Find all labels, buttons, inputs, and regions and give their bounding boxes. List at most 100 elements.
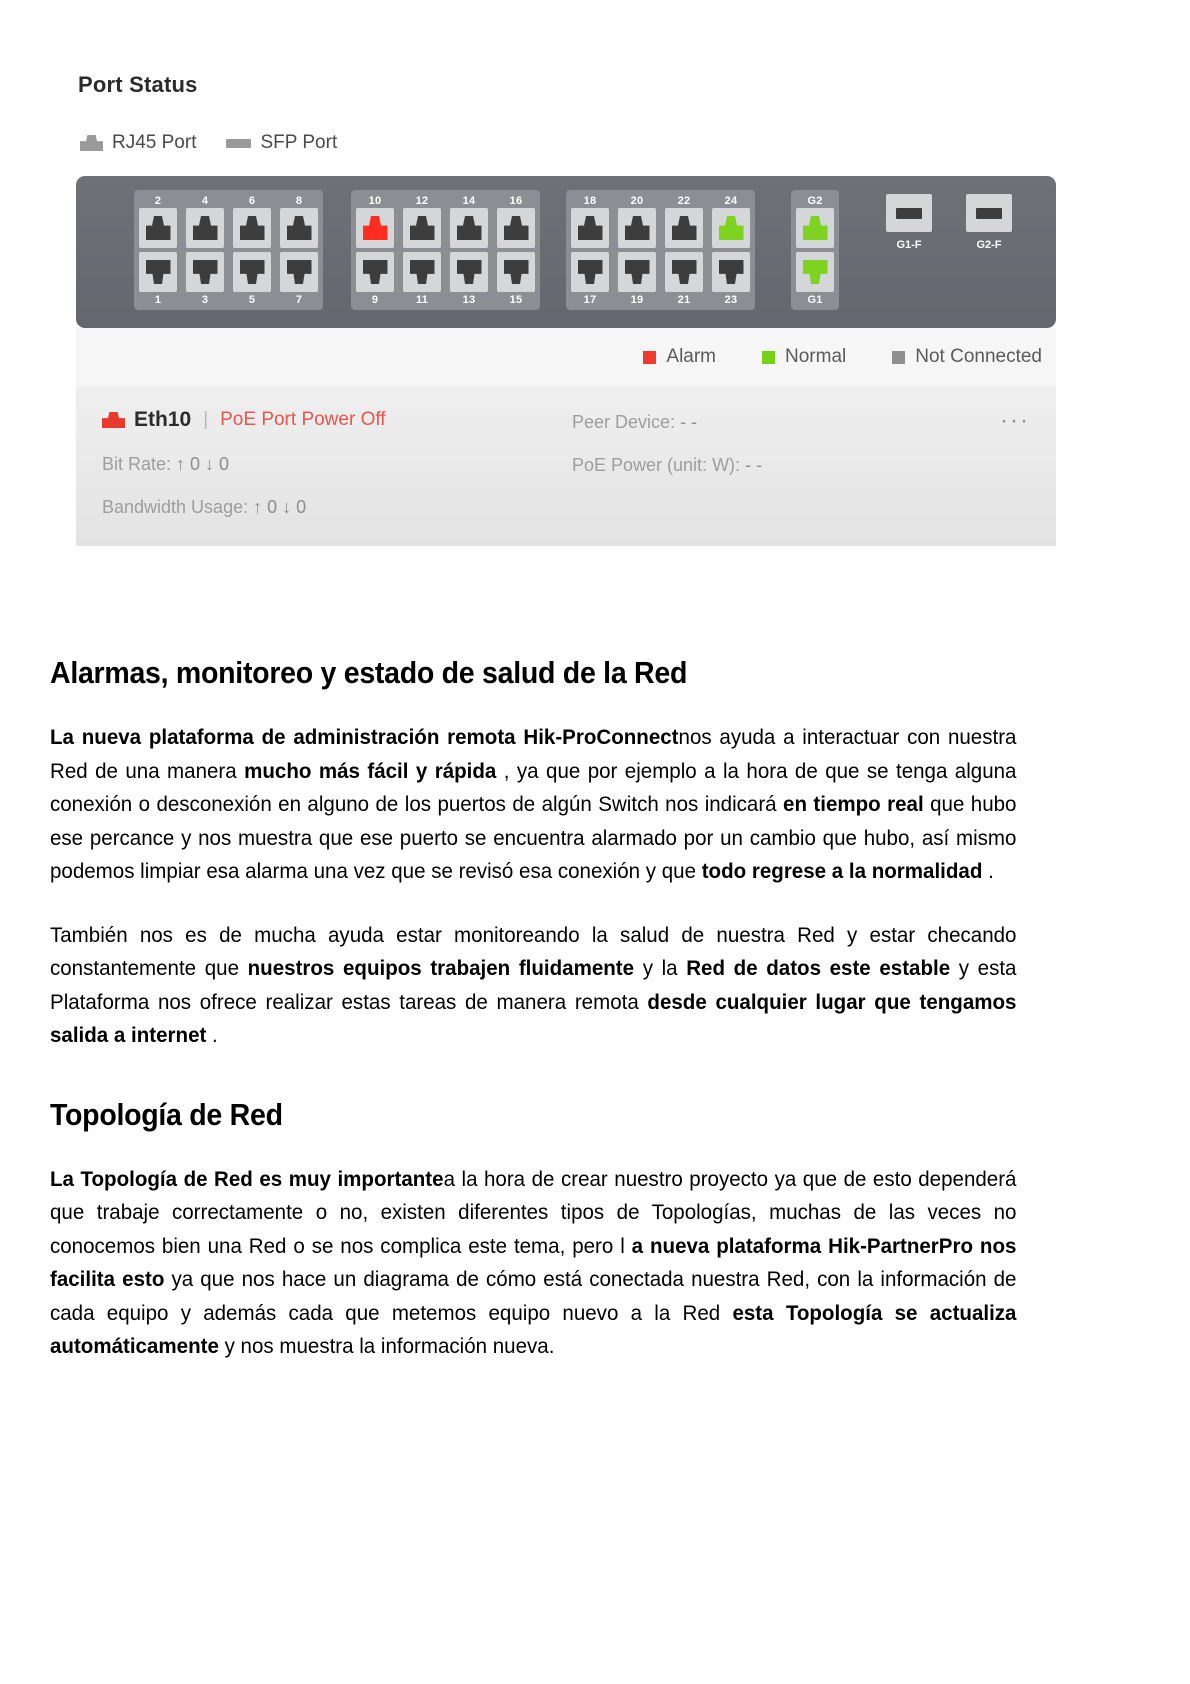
port-row-bottom — [571, 252, 750, 292]
port-number-label: 22 — [677, 194, 691, 207]
port-number-label: 17 — [583, 293, 597, 306]
port-6[interactable] — [233, 208, 271, 248]
page-heading-topology: Topología de Red — [50, 1096, 283, 1132]
port-number-row-top: 2 4 6 8 — [139, 193, 318, 208]
port-16[interactable] — [497, 208, 535, 248]
sfp-port-g1f[interactable]: G1-F — [886, 194, 932, 251]
port-number-row-bottom: G1 — [796, 292, 834, 307]
port-number-label: 18 — [583, 194, 597, 207]
rj45-jack-icon — [718, 216, 744, 240]
port-number-label: 21 — [677, 293, 691, 306]
legend-sfp-label: SFP Port — [260, 132, 338, 153]
port-4[interactable] — [186, 208, 224, 248]
port-9[interactable] — [356, 252, 394, 292]
port-2[interactable] — [139, 208, 177, 248]
rj45-jack-icon — [239, 260, 265, 284]
port-14[interactable] — [450, 208, 488, 248]
legend-not-connected-label: Not Connected — [915, 346, 1042, 367]
switch-chassis: 24681357 10 12 14 16 9 11 13 15 18 20 22 24 17 19 21 2… — [76, 176, 1056, 328]
port-detail-header: Eth10 | PoE Port Power Off — [102, 408, 572, 432]
rj45-jack-icon — [802, 216, 828, 240]
port-number-row-top: 10 12 14 16 — [356, 193, 535, 208]
port-24[interactable] — [712, 208, 750, 248]
port-number-label: 8 — [295, 194, 303, 207]
rj45-jack-icon — [192, 260, 218, 284]
bandwidth-usage-label: Bandwidth Usage: — [102, 497, 249, 517]
rj45-jack-icon — [456, 260, 482, 284]
port-23[interactable] — [712, 252, 750, 292]
port-number-label: 13 — [462, 293, 476, 306]
port-11[interactable] — [403, 252, 441, 292]
port-detail-row: Eth10 | PoE Port Power Off Bit Rate: ↑ 0… — [102, 408, 1030, 518]
paragraph-topology-1: La Topología de Red es muy importantea l… — [50, 1163, 1016, 1364]
port-7[interactable] — [280, 252, 318, 292]
port-row-bottom — [139, 252, 318, 292]
poe-power-value: - - — [745, 455, 763, 475]
rj45-jack-icon — [671, 216, 697, 240]
port-12[interactable] — [403, 208, 441, 248]
port-number-label: 3 — [201, 293, 209, 306]
legend-alarm: Alarm — [643, 346, 716, 368]
port-10[interactable] — [356, 208, 394, 248]
more-actions-button[interactable]: ··· — [1000, 409, 1030, 433]
port-22[interactable] — [665, 208, 703, 248]
port-row-bottom — [356, 252, 535, 292]
sfp-slot-icon — [896, 207, 922, 219]
poe-power-label: PoE Power (unit: W): — [572, 455, 741, 475]
sfp-port-g2f[interactable]: G2-F — [966, 194, 1012, 251]
port-number-row-bottom: 9 11 13 15 — [356, 292, 535, 307]
port-bank-uplink: G2 G1 — [791, 190, 839, 310]
peer-device-label: Peer Device: — [572, 412, 676, 432]
port-number-label: 11 — [415, 293, 429, 306]
port-8[interactable] — [280, 208, 318, 248]
p1-bold-2: mucho más fácil y rápida — [244, 758, 497, 783]
port-5[interactable] — [233, 252, 271, 292]
rj45-jack-icon — [802, 260, 828, 284]
port-number-label: 6 — [248, 194, 256, 207]
port-number-label: 4 — [201, 194, 209, 207]
legend-rj45: RJ45 Port — [80, 132, 196, 154]
port-row-top — [571, 208, 750, 248]
port-18[interactable] — [571, 208, 609, 248]
port-row-bottom — [796, 252, 834, 292]
rj45-jack-icon — [362, 216, 388, 240]
port-19[interactable] — [618, 252, 656, 292]
rj45-jack-icon — [286, 216, 312, 240]
port-20[interactable] — [618, 208, 656, 248]
port-21[interactable] — [665, 252, 703, 292]
poe-status-text: PoE Port Power Off — [220, 409, 386, 430]
port-G2[interactable] — [796, 208, 834, 248]
rj45-jack-icon — [671, 260, 697, 284]
port-number-label: 7 — [295, 293, 303, 306]
document-page: Port Status RJ45 Port SFP Port 24681357 … — [0, 0, 1190, 1684]
port-15[interactable] — [497, 252, 535, 292]
port-number-label: 1 — [154, 293, 162, 306]
rj45-jack-icon — [503, 260, 529, 284]
poe-power-row: PoE Power (unit: W): - - — [572, 455, 1030, 476]
p1-bold-1: La nueva plataforma de administración re… — [50, 725, 679, 749]
port-detail-right: Peer Device: - - PoE Power (unit: W): - … — [572, 408, 1030, 518]
rj45-jack-icon — [718, 260, 744, 284]
port-row-top — [139, 208, 318, 248]
port-3[interactable] — [186, 252, 224, 292]
sfp-port-icon — [226, 138, 252, 148]
port-G1[interactable] — [796, 252, 834, 292]
port-status-card: Port Status RJ45 Port SFP Port 24681357 … — [48, 72, 1058, 546]
rj45-jack-icon — [409, 216, 435, 240]
bandwidth-usage-value: ↑ 0 ↓ 0 — [253, 497, 307, 517]
rj45-jack-icon — [624, 216, 650, 240]
port-17[interactable] — [571, 252, 609, 292]
port-row-top — [356, 208, 535, 248]
p2-bold-1: nuestros equipos trabajen fluidamente — [247, 956, 635, 980]
rj45-jack-icon — [409, 260, 435, 284]
p3-text-3: y nos muestra la información nueva. — [218, 1334, 555, 1358]
port-13[interactable] — [450, 252, 488, 292]
port-number-row-bottom: 17 19 21 23 — [571, 292, 750, 307]
legend-sfp: SFP Port — [226, 132, 337, 154]
port-1[interactable] — [139, 252, 177, 292]
legend-alarm-label: Alarm — [666, 346, 717, 367]
port-number-label: G1 — [807, 293, 823, 306]
sfp-slot-g1f[interactable] — [886, 194, 932, 232]
p1-bold-3: en tiempo real — [783, 792, 924, 816]
sfp-slot-g2f[interactable] — [966, 194, 1012, 232]
